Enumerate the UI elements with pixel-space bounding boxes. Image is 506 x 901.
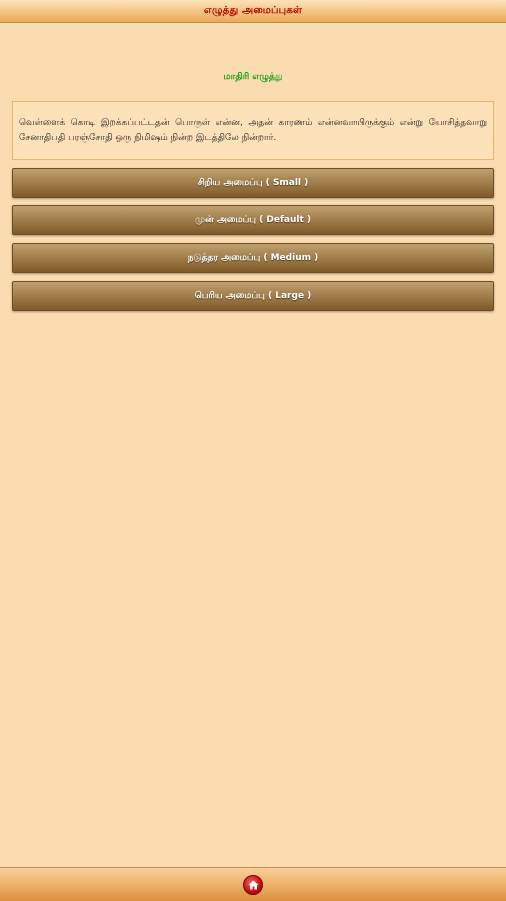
default-size-button[interactable]: முன் அமைப்பு ( Default ) xyxy=(12,205,494,235)
title-bar: எழுத்து அமைப்புகள் xyxy=(0,0,506,23)
bottom-bar xyxy=(0,867,506,901)
medium-size-button[interactable]: நடுத்தர அமைப்பு ( Medium ) xyxy=(12,243,494,273)
sample-heading: மாதிரி எழுத்து xyxy=(223,72,283,82)
medium-size-label: நடுத்தர அமைப்பு ( Medium ) xyxy=(187,252,319,263)
home-icon xyxy=(248,880,258,889)
small-size-label: சிறிய அமைப்பு ( Small ) xyxy=(197,177,309,188)
sample-text-box: வெள்ளைக் கொடி இறக்கப்பட்டதன் பொருள் என்ன… xyxy=(12,101,494,160)
small-size-button[interactable]: சிறிய அமைப்பு ( Small ) xyxy=(12,168,494,198)
default-size-label: முன் அமைப்பு ( Default ) xyxy=(195,214,311,225)
sample-text: வெள்ளைக் கொடி இறக்கப்பட்டதன் பொருள் என்ன… xyxy=(19,118,487,143)
home-button[interactable] xyxy=(243,874,263,895)
large-size-button[interactable]: பெரிய அமைப்பு ( Large ) xyxy=(12,281,494,311)
large-size-label: பெரிய அமைப்பு ( Large ) xyxy=(194,290,312,301)
page-title: எழுத்து அமைப்புகள் xyxy=(203,5,303,16)
